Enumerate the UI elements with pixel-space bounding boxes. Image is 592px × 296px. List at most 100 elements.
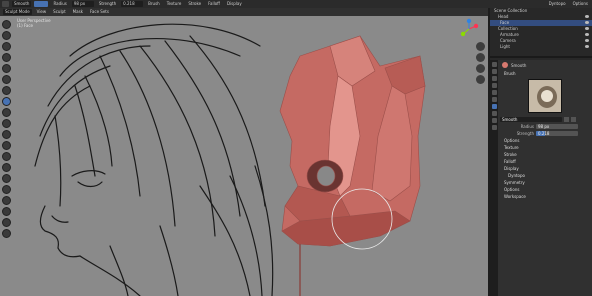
properties-tabs [490,60,498,296]
pinch-tool-icon[interactable] [2,141,11,150]
menu-stroke[interactable]: Stroke [186,1,203,7]
section-dyntopo[interactable]: Dyntopo [500,172,591,179]
strength-field[interactable]: 0.218 [121,1,144,7]
layer-tool-icon[interactable] [2,64,11,73]
flatten-tool-icon[interactable] [2,108,11,117]
section-texture[interactable]: Texture [500,144,591,151]
viewport-header: Sculpt Mode View Sculpt Mask Face Sets [0,8,488,16]
modifier-tab-icon[interactable] [491,111,497,116]
navigation-gizmo[interactable] [458,18,480,40]
brush-preview-button[interactable] [34,1,49,7]
grab-tool-icon[interactable] [2,152,11,161]
menu-display[interactable]: Display [225,1,244,7]
menu-falloff[interactable]: Falloff [206,1,222,7]
mode-selector[interactable]: Sculpt Mode [3,9,32,15]
eye-icon[interactable] [585,33,589,36]
scene-tab-icon[interactable] [491,90,497,95]
strength-row: Strength 0.218 [500,130,591,137]
outliner-label: Collection [498,26,518,31]
section-display[interactable]: Display [500,165,591,172]
clay-strips-tool-icon[interactable] [2,53,11,62]
smooth-tool-icon[interactable] [2,97,11,106]
nudge-tool-icon[interactable] [2,196,11,205]
draw-sharp-tool-icon[interactable] [2,31,11,40]
brush-settings: Smooth Brush Smooth Radius 98 px Strengt… [500,60,591,200]
brush-selector[interactable]: Smooth [12,1,32,7]
tool-tab-icon[interactable] [491,62,497,67]
thumb-tool-icon[interactable] [2,174,11,183]
radius-field[interactable]: 98 px [71,1,94,7]
properties-editor: Smooth Brush Smooth Radius 98 px Strengt… [490,60,592,296]
outliner-label: Light [500,44,510,49]
outliner: Scene Collection Head Face Collection Ar… [490,8,592,58]
eye-icon[interactable] [585,21,589,24]
brush-icon [502,62,508,68]
menu-options[interactable]: Options [571,1,590,7]
eye-icon[interactable] [585,15,589,18]
section-workspace[interactable]: Workspace [500,193,591,200]
menu-brush[interactable]: Brush [146,1,162,7]
right-panels: Scene Collection Head Face Collection Ar… [490,8,592,296]
outliner-label: Camera [500,38,516,43]
fill-tool-icon[interactable] [2,119,11,128]
object-tab-icon[interactable] [491,104,497,109]
active-object: (1) Face [17,23,33,28]
render-tab-icon[interactable] [491,69,497,74]
material-tab-icon[interactable] [491,125,497,130]
top-header: Smooth Radius 98 px Strength 0.218 Brush… [0,0,592,8]
rotate-tool-icon[interactable] [2,207,11,216]
eye-icon[interactable] [585,45,589,48]
data-tab-icon[interactable] [491,118,497,123]
menu-view[interactable]: View [35,9,49,15]
radius-label: Radius [53,1,67,6]
fake-user-icon[interactable] [564,117,569,122]
brush-thumbnail[interactable] [528,79,562,113]
box-mask-tool-icon[interactable] [2,229,11,238]
radius-row: Radius 98 px [500,123,591,130]
blob-tool-icon[interactable] [2,86,11,95]
scrape-tool-icon[interactable] [2,130,11,139]
radius-label: Radius [520,124,534,129]
viewport-info: User Perspective (1) Face [17,18,51,28]
outliner-row-light[interactable]: Light [490,44,592,50]
output-tab-icon[interactable] [491,76,497,81]
strength-label: Strength [516,131,534,136]
menu-face-sets[interactable]: Face Sets [88,9,111,15]
pose-tool-icon[interactable] [2,185,11,194]
view-layer-tab-icon[interactable] [491,83,497,88]
eye-icon[interactable] [585,39,589,42]
brushes-section[interactable]: Brush [500,70,591,77]
menu-sculpt[interactable]: Sculpt [51,9,68,15]
3d-viewport[interactable]: User Perspective (1) Face [0,16,488,296]
menu-dyntopo[interactable]: Dyntopo [547,1,568,7]
brush-name-field[interactable]: Smooth [500,117,562,122]
section-stroke[interactable]: Stroke [500,151,591,158]
pan-hand-icon[interactable] [476,53,485,62]
snake-hook-tool-icon[interactable] [2,163,11,172]
section-options[interactable]: Options [500,137,591,144]
world-tab-icon[interactable] [491,97,497,102]
strength-label: Strength [98,1,117,6]
clay-tool-icon[interactable] [2,42,11,51]
strength-slider[interactable]: 0.218 [536,131,578,136]
section-falloff[interactable]: Falloff [500,158,591,165]
section-options-2[interactable]: Options [500,186,591,193]
eye-icon[interactable] [585,27,589,30]
outliner-label: Head [498,14,509,19]
menu-mask[interactable]: Mask [71,9,85,15]
copy-icon[interactable] [571,117,576,122]
zoom-icon[interactable] [476,42,485,51]
grid-icon[interactable] [476,75,485,84]
mask-tool-icon[interactable] [2,218,11,227]
brush-header: Smooth [511,62,527,68]
menu-texture[interactable]: Texture [165,1,184,7]
brush-name: Smooth [14,1,30,6]
outliner-label: Armature [500,32,519,37]
camera-view-icon[interactable] [476,64,485,73]
outliner-label: Face [500,20,510,25]
section-symmetry[interactable]: Symmetry [500,179,591,186]
draw-tool-icon[interactable] [2,20,11,29]
inflate-tool-icon[interactable] [2,75,11,84]
radius-field[interactable]: 98 px [536,124,578,129]
editor-type-icon[interactable] [2,1,9,7]
